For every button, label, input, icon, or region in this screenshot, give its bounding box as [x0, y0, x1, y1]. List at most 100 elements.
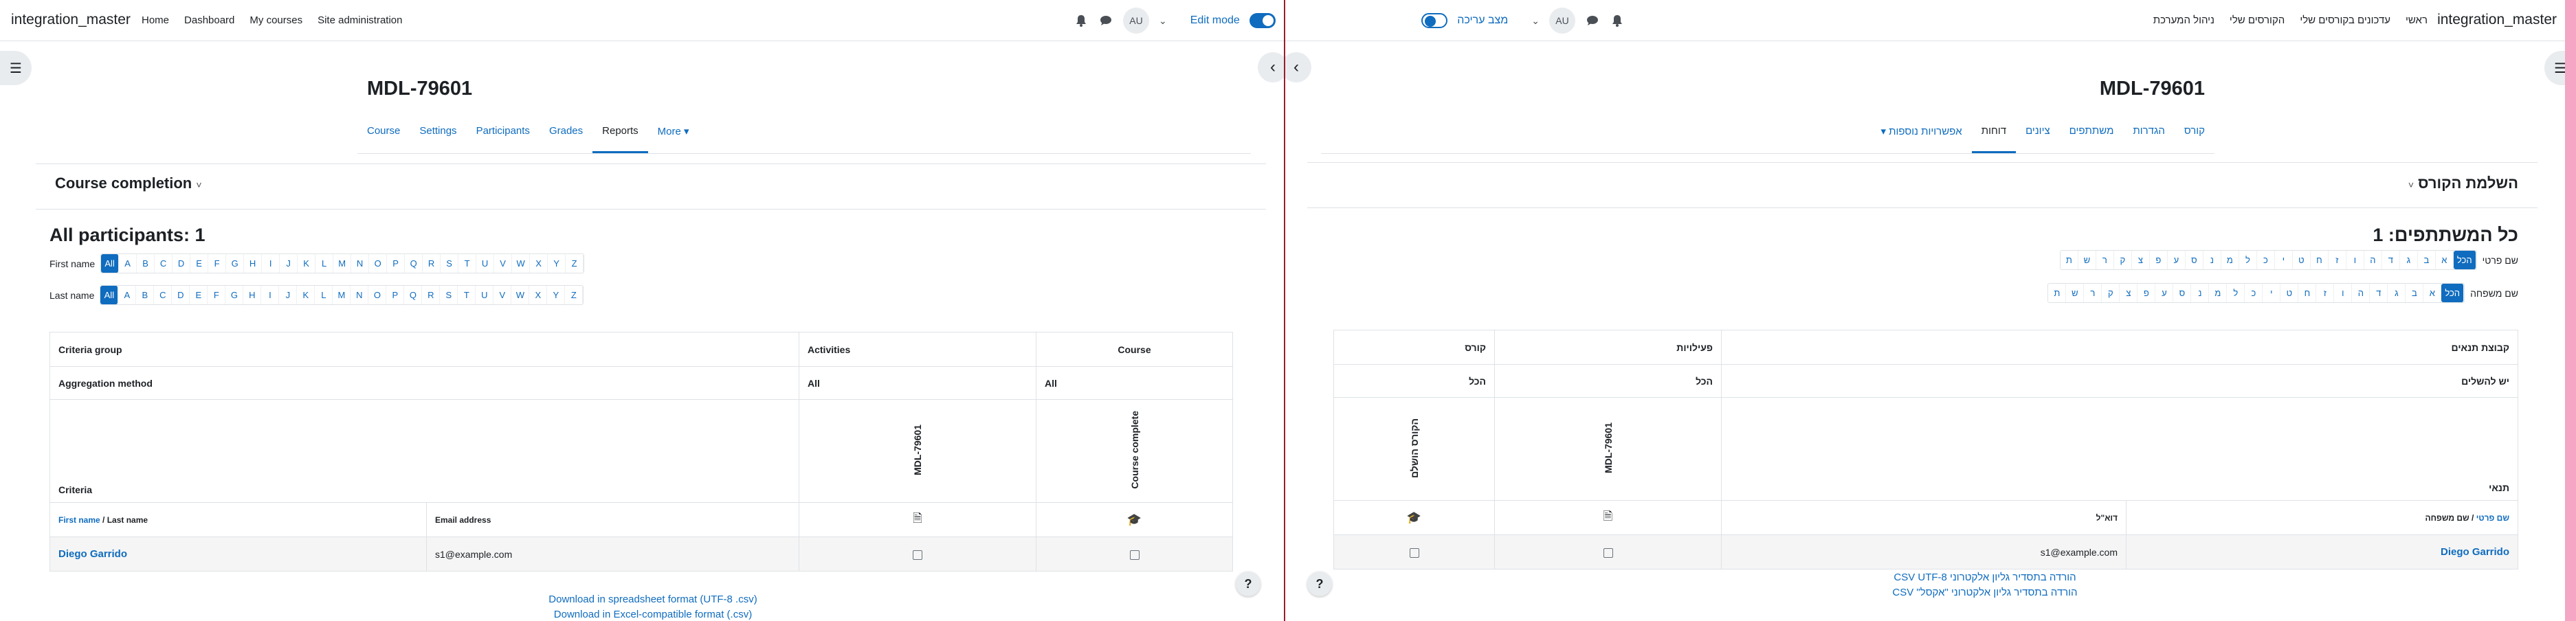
- initial-letter[interactable]: כ: [2257, 251, 2275, 269]
- initial-letter[interactable]: ס: [2173, 284, 2192, 302]
- initial-letter[interactable]: Z: [566, 254, 584, 273]
- initial-letter[interactable]: י: [2275, 251, 2293, 269]
- initial-letter[interactable]: ח: [2311, 251, 2329, 269]
- initial-letter[interactable]: ס: [2186, 251, 2203, 269]
- tab-more[interactable]: אפשרויות נוספות ▾: [1871, 115, 1971, 153]
- initial-letter[interactable]: ד: [2382, 251, 2400, 269]
- initial-letter[interactable]: B: [136, 286, 155, 304]
- initial-letter[interactable]: ז: [2329, 251, 2346, 269]
- user-menu-chevron-down-icon[interactable]: ⌄: [1159, 15, 1167, 27]
- menu-dashboard[interactable]: Dashboard: [184, 14, 234, 26]
- download-csv-link[interactable]: הורדה בתסדיר גליון אלקטרוני CSV UTF-8: [1792, 572, 2177, 583]
- tab-reports[interactable]: Reports: [592, 115, 648, 153]
- initial-letter[interactable]: צ: [2132, 251, 2150, 269]
- initial-letter[interactable]: D: [172, 286, 190, 304]
- menu-site-administration[interactable]: ניהול המערכת: [2153, 14, 2214, 26]
- initial-letter[interactable]: ק: [2102, 284, 2120, 302]
- initial-letter[interactable]: Q: [405, 254, 423, 273]
- initial-letter[interactable]: S: [441, 254, 459, 273]
- sort-first-name-link[interactable]: First name: [58, 515, 100, 525]
- tab-grades[interactable]: ציונים: [2016, 115, 2060, 153]
- edit-mode-toggle[interactable]: [1249, 13, 1276, 28]
- initial-letter[interactable]: פ: [2138, 284, 2156, 302]
- initial-letter[interactable]: א: [2423, 284, 2442, 302]
- initial-letter[interactable]: M: [333, 254, 352, 273]
- sort-last-name-link[interactable]: Last name: [107, 515, 148, 525]
- user-avatar[interactable]: AU: [1549, 8, 1575, 34]
- initial-letter[interactable]: ל: [2239, 251, 2257, 269]
- initial-letter[interactable]: M: [333, 286, 351, 304]
- initial-letter[interactable]: E: [190, 286, 208, 304]
- initial-letter[interactable]: U: [476, 286, 494, 304]
- menu-home[interactable]: Home: [142, 14, 169, 26]
- initial-letter[interactable]: G: [225, 286, 244, 304]
- initial-letter[interactable]: P: [387, 254, 406, 273]
- initial-letter[interactable]: P: [386, 286, 405, 304]
- tab-more[interactable]: More ▾: [648, 115, 699, 153]
- initial-letter[interactable]: R: [423, 254, 441, 273]
- tab-settings[interactable]: Settings: [410, 115, 466, 153]
- tab-reports[interactable]: דוחות: [1971, 115, 2017, 153]
- tab-participants[interactable]: משתתפים: [2060, 115, 2124, 153]
- criteria-activity-label[interactable]: MDL-79601: [912, 425, 923, 475]
- menu-site-administration[interactable]: Site administration: [318, 14, 402, 26]
- initial-letter[interactable]: ה: [2364, 251, 2382, 269]
- user-avatar[interactable]: AU: [1123, 8, 1149, 34]
- initial-letter[interactable]: ג: [2388, 284, 2406, 302]
- initial-letter[interactable]: ד: [2370, 284, 2388, 302]
- site-brand[interactable]: integration_master: [2437, 12, 2557, 28]
- download-excel-link[interactable]: Download in Excel-compatible format (.cs…: [481, 609, 825, 620]
- initial-letter[interactable]: ר: [2084, 284, 2102, 302]
- tab-course[interactable]: קורס: [2175, 115, 2214, 153]
- initial-letter[interactable]: ש: [2066, 284, 2085, 302]
- initial-letter[interactable]: מ: [2209, 284, 2228, 302]
- initial-letter[interactable]: ט: [2280, 284, 2299, 302]
- initial-letter[interactable]: ו: [2334, 284, 2353, 302]
- notifications-bell-icon[interactable]: [1074, 13, 1089, 28]
- initial-letter[interactable]: A: [118, 286, 137, 304]
- initial-letter[interactable]: Y: [548, 254, 566, 273]
- menu-my-courses[interactable]: הקורסים שלי: [2230, 14, 2285, 26]
- initial-letter[interactable]: L: [315, 286, 333, 304]
- tab-settings[interactable]: הגדרות: [2123, 115, 2174, 153]
- initial-letter[interactable]: כ: [2245, 284, 2263, 302]
- course-index-drawer-toggle[interactable]: ☰: [0, 51, 32, 85]
- initial-letter[interactable]: V: [494, 254, 513, 273]
- criteria-activity-cell[interactable]: MDL-79601: [1494, 397, 1722, 501]
- initial-letter[interactable]: ק: [2114, 251, 2132, 269]
- initial-letter[interactable]: מ: [2221, 251, 2239, 269]
- report-selector[interactable]: Course completion ˅: [55, 174, 202, 192]
- user-menu-chevron-down-icon[interactable]: ⌄: [1531, 15, 1540, 27]
- user-profile-link[interactable]: Diego Garrido: [2441, 546, 2509, 558]
- initial-letter[interactable]: ז: [2316, 284, 2335, 302]
- block-drawer-toggle[interactable]: ‹: [1258, 52, 1284, 82]
- initial-letter[interactable]: G: [226, 254, 245, 273]
- download-csv-link[interactable]: Download in spreadsheet format (UTF-8 .c…: [481, 594, 825, 605]
- initial-letter[interactable]: ה: [2352, 284, 2370, 302]
- sort-last-name-link[interactable]: שם משפחה: [2425, 513, 2469, 523]
- messages-chat-icon[interactable]: [1098, 13, 1113, 28]
- initial-letter[interactable]: K: [297, 286, 315, 304]
- initial-letter[interactable]: ע: [2168, 251, 2186, 269]
- initial-letter[interactable]: ב: [2418, 251, 2436, 269]
- criteria-activity-label[interactable]: MDL-79601: [1603, 422, 1614, 473]
- initial-letter[interactable]: J: [279, 286, 298, 304]
- initial-all[interactable]: All: [101, 254, 120, 273]
- sort-first-name-link[interactable]: שם פרטי: [2476, 513, 2509, 523]
- initial-letter[interactable]: N: [351, 254, 370, 273]
- initial-letter[interactable]: V: [493, 286, 512, 304]
- initial-letter[interactable]: ט: [2293, 251, 2311, 269]
- initial-letter[interactable]: ר: [2096, 251, 2114, 269]
- initial-letter[interactable]: C: [155, 254, 173, 273]
- initial-letter[interactable]: L: [315, 254, 334, 273]
- initial-letter[interactable]: I: [261, 286, 280, 304]
- tab-course[interactable]: Course: [357, 115, 410, 153]
- help-button[interactable]: ?: [1307, 572, 1332, 596]
- initial-all[interactable]: הכל: [2441, 284, 2465, 302]
- initial-letter[interactable]: ח: [2298, 284, 2317, 302]
- initial-letter[interactable]: א: [2436, 251, 2454, 269]
- initial-letter[interactable]: ב: [2406, 284, 2424, 302]
- initial-letter[interactable]: ש: [2078, 251, 2096, 269]
- initial-letter[interactable]: W: [512, 254, 531, 273]
- initial-letter[interactable]: R: [422, 286, 441, 304]
